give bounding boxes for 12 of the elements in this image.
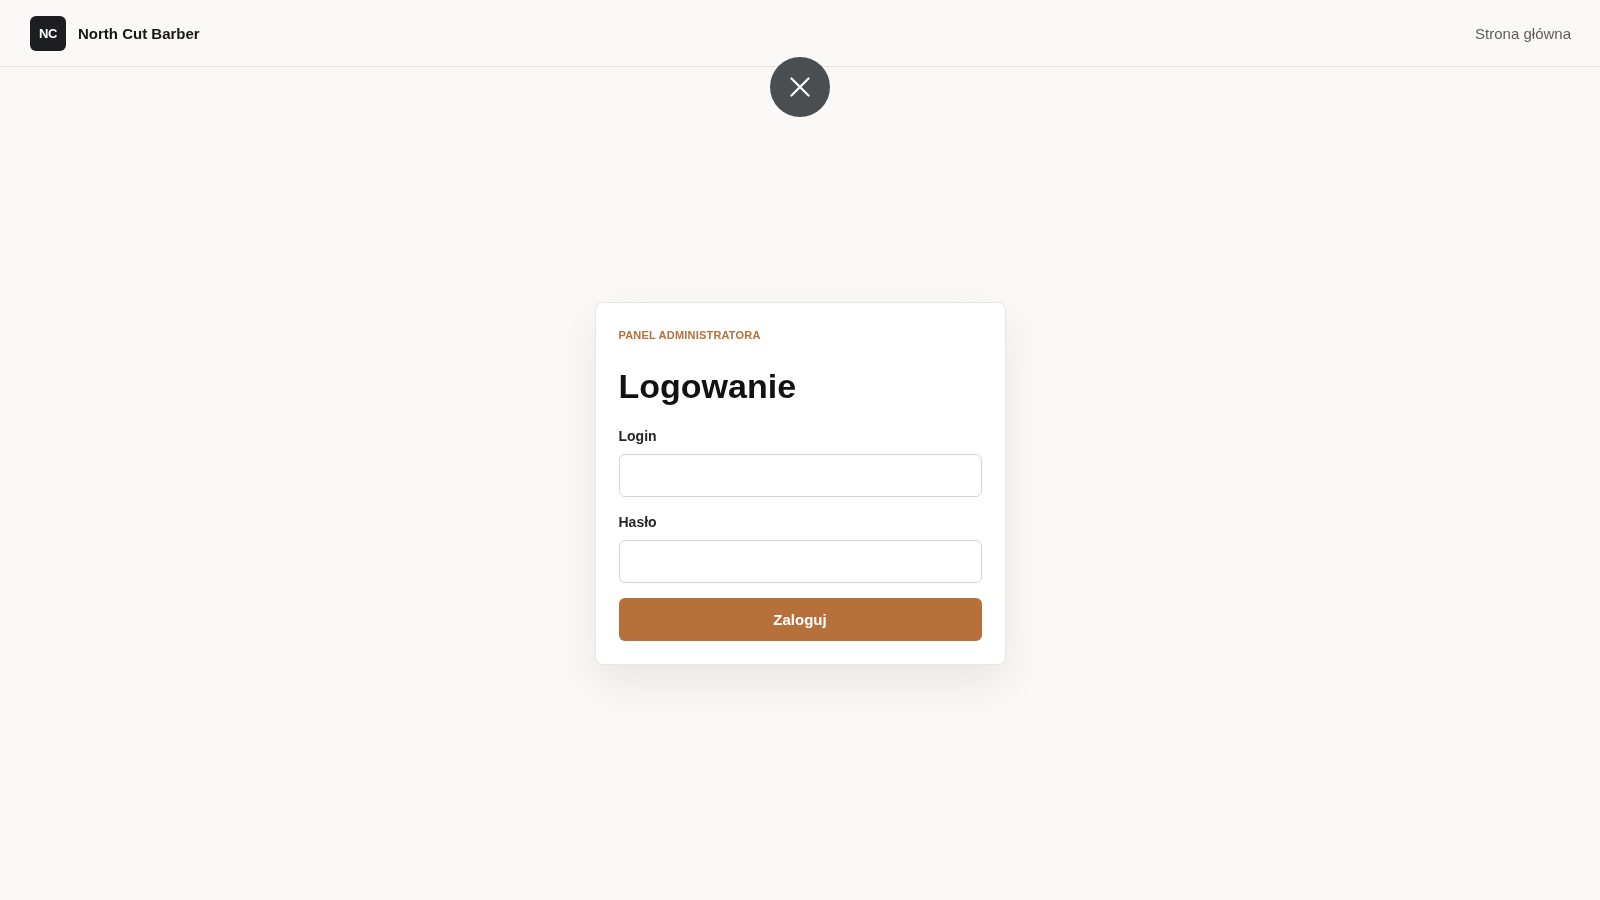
close-icon [790,77,810,97]
brand-name[interactable]: North Cut Barber [78,24,200,42]
input-field[interactable] [618,540,982,583]
login-button[interactable]: Zaloguj [618,598,982,641]
field-label: Login [618,427,657,446]
close-button[interactable] [770,57,830,117]
login-title: Logowanie [618,366,797,406]
nav-link[interactable]: Strona główna [1475,24,1571,42]
logo-badge[interactable]: NC [30,15,66,51]
input-field[interactable] [618,454,982,497]
field-label: Hasło [618,513,657,532]
panel-eyebrow: PANEL ADMINISTRATORA [618,328,761,343]
